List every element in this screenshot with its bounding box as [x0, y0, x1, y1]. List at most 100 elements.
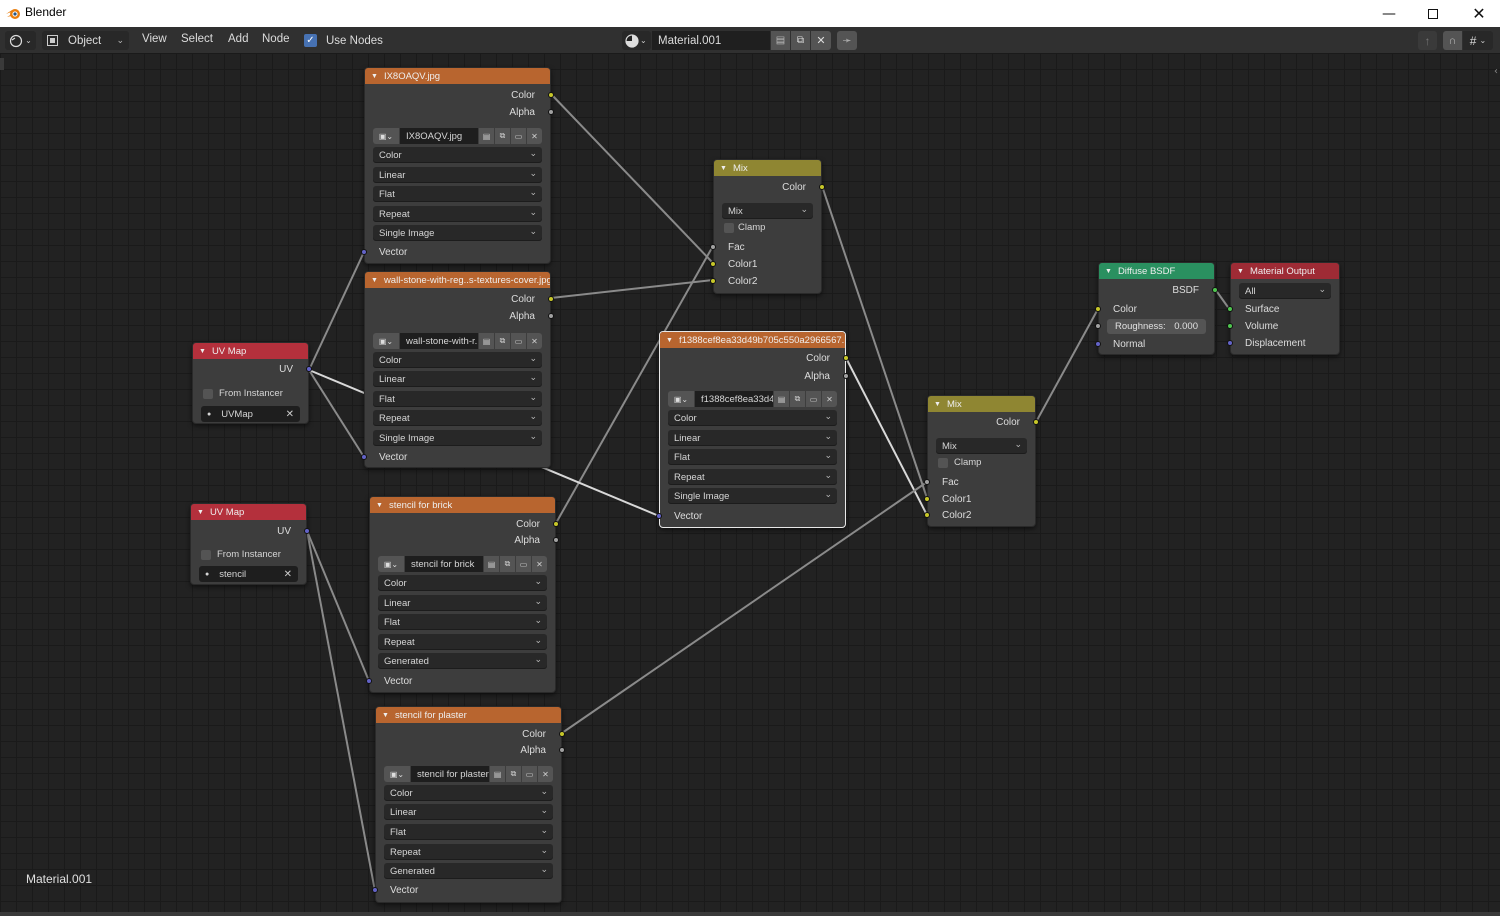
source-dropdown[interactable]: Single Image ⌄	[373, 430, 542, 446]
socket-color[interactable]	[843, 355, 849, 361]
node-header[interactable]: ▼ IX8OAQV.jpg	[365, 68, 550, 84]
unlink-image-button[interactable]: ✕	[527, 128, 542, 144]
node-header[interactable]: ▼ stencil for plaster	[376, 707, 561, 723]
collapse-triangle-icon[interactable]: ▼	[382, 712, 389, 719]
collapse-triangle-icon[interactable]: ▼	[1105, 268, 1112, 275]
image-name-field[interactable]: IX8OAQV.jpg	[400, 128, 478, 144]
image-name-field[interactable]: f1388cef8ea33d4..	[695, 391, 773, 407]
image-browse-button[interactable]: ▣⌄	[384, 766, 410, 782]
socket-alpha[interactable]	[553, 537, 559, 543]
collapse-triangle-icon[interactable]: ▼	[934, 401, 941, 408]
color-space-dropdown[interactable]: Color ⌄	[373, 352, 542, 368]
collapse-triangle-icon[interactable]: ▼	[199, 348, 206, 355]
fake-user-button[interactable]: ▤	[479, 333, 494, 349]
unlink-image-button[interactable]: ✕	[532, 556, 547, 572]
uv-map-node[interactable]: ▼ UV Map UV From Instancer ● UVMap ✕	[192, 342, 312, 424]
socket-color2[interactable]	[710, 278, 716, 284]
color-space-dropdown[interactable]: Color ⌄	[384, 785, 553, 801]
fake-user-button[interactable]: ▤	[774, 391, 789, 407]
socket-color1[interactable]	[710, 261, 716, 267]
collapse-triangle-icon[interactable]: ▼	[666, 337, 673, 344]
uv-map-node[interactable]: ▼ UV Map UV From Instancer ● stencil ✕	[190, 503, 310, 585]
from-instancer-checkbox[interactable]	[201, 550, 211, 560]
node-header[interactable]: ▼ UV Map	[191, 504, 306, 520]
color-space-dropdown[interactable]: Color ⌄	[668, 410, 837, 426]
socket-alpha[interactable]	[548, 313, 554, 319]
source-dropdown[interactable]: Generated ⌄	[384, 863, 553, 879]
unlink-image-button[interactable]: ✕	[527, 333, 542, 349]
interpolation-dropdown[interactable]: Linear ⌄	[378, 595, 547, 611]
mode-dropdown[interactable]: Object ⌄	[42, 31, 129, 50]
menu-view[interactable]: View	[142, 33, 167, 45]
socket-color[interactable]	[548, 92, 554, 98]
use-nodes-checkbox[interactable]: ✓	[304, 34, 317, 47]
minimize-button[interactable]: —	[1366, 0, 1412, 27]
material-browse-button[interactable]: ⌄	[622, 31, 651, 50]
interpolation-dropdown[interactable]: Linear ⌄	[668, 430, 837, 446]
node-header[interactable]: ▼ Diffuse BSDF	[1099, 263, 1214, 279]
socket-fac[interactable]	[924, 479, 930, 485]
source-dropdown[interactable]: Single Image ⌄	[373, 225, 542, 241]
socket-color[interactable]	[1033, 419, 1039, 425]
menu-add[interactable]: Add	[228, 33, 248, 45]
projection-dropdown[interactable]: Flat ⌄	[373, 186, 542, 202]
source-dropdown[interactable]: Generated ⌄	[378, 653, 547, 669]
image-name-field[interactable]: wall-stone-with-r..	[400, 333, 478, 349]
socket-vector[interactable]	[366, 678, 372, 684]
socket-bsdf[interactable]	[1212, 287, 1218, 293]
node-header[interactable]: ▼ stencil for brick	[370, 497, 555, 513]
material-name-field[interactable]: Material.001	[652, 31, 770, 50]
source-dropdown[interactable]: Single Image ⌄	[668, 488, 837, 504]
socket-alpha[interactable]	[843, 373, 849, 379]
open-image-button[interactable]: ▭	[516, 556, 531, 572]
clamp-checkbox[interactable]	[724, 223, 734, 233]
image-texture-node[interactable]: ▼ stencil for plaster Color Alpha ▣⌄ sten…	[372, 706, 565, 903]
collapse-triangle-icon[interactable]: ▼	[720, 165, 727, 172]
sidebar-collapse-handle[interactable]: ‹	[1494, 66, 1500, 80]
image-browse-button[interactable]: ▣⌄	[378, 556, 404, 572]
image-browse-button[interactable]: ▣⌄	[373, 128, 399, 144]
interpolation-dropdown[interactable]: Linear ⌄	[373, 371, 542, 387]
diffuse-bsdf-node[interactable]: ▼ Diffuse BSDF BSDF Color Roughness: 0.000…	[1095, 262, 1218, 355]
node-header[interactable]: ▼ Material Output	[1231, 263, 1339, 279]
node-header[interactable]: ▼ wall-stone-with-reg..s-textures-cover.j…	[365, 272, 550, 288]
projection-dropdown[interactable]: Flat ⌄	[378, 614, 547, 630]
extension-dropdown[interactable]: Repeat ⌄	[373, 410, 542, 426]
fake-user-button[interactable]: ▤	[490, 766, 505, 782]
interpolation-dropdown[interactable]: Linear ⌄	[373, 167, 542, 183]
image-texture-node[interactable]: ▼ IX8OAQV.jpg Color Alpha ▣⌄ IX8OAQV.jpg …	[361, 67, 554, 264]
mix-rgb-node[interactable]: ▼ Mix Color Mix ⌄ Clamp Fac Color1 Color2	[924, 395, 1039, 527]
fake-user-button[interactable]: ▤	[484, 556, 499, 572]
roughness-field[interactable]: Roughness: 0.000	[1107, 319, 1206, 334]
image-texture-node[interactable]: ▼ f1388cef8ea33d49b705c550a2966567... Col…	[656, 331, 849, 528]
open-image-button[interactable]: ▭	[806, 391, 821, 407]
extension-dropdown[interactable]: Repeat ⌄	[384, 844, 553, 860]
socket-alpha[interactable]	[559, 747, 565, 753]
editor-type-button[interactable]: ⌄	[5, 31, 36, 50]
socket-uv[interactable]	[306, 366, 312, 372]
from-instancer-checkbox[interactable]	[203, 389, 213, 399]
toolbar-collapse-handle[interactable]	[0, 58, 4, 70]
socket-surface[interactable]	[1227, 306, 1233, 312]
extension-dropdown[interactable]: Repeat ⌄	[373, 206, 542, 222]
socket-color1[interactable]	[924, 496, 930, 502]
uv-map-field[interactable]: ● stencil ✕	[199, 566, 298, 582]
image-texture-node[interactable]: ▼ wall-stone-with-reg..s-textures-cover.j…	[361, 271, 554, 468]
material-output-node[interactable]: ▼ Material Output All ⌄ Surface Volume Dis…	[1227, 262, 1340, 355]
mix-rgb-node[interactable]: ▼ Mix Color Mix ⌄ Clamp Fac Color1 Color2	[710, 159, 825, 294]
socket-color[interactable]	[553, 521, 559, 527]
node-header[interactable]: ▼ Mix	[714, 160, 821, 176]
duplicate-material-button[interactable]: ⧉	[791, 31, 810, 50]
duplicate-image-button[interactable]: ⧉	[495, 128, 510, 144]
socket-color[interactable]	[559, 731, 565, 737]
unlink-image-button[interactable]: ✕	[822, 391, 837, 407]
image-browse-button[interactable]: ▣⌄	[373, 333, 399, 349]
socket-alpha[interactable]	[548, 109, 554, 115]
duplicate-image-button[interactable]: ⧉	[500, 556, 515, 572]
fake-user-button[interactable]: ▤	[479, 128, 494, 144]
image-name-field[interactable]: stencil for brick	[405, 556, 483, 572]
socket-displacement[interactable]	[1227, 340, 1233, 346]
clear-icon[interactable]: ✕	[286, 409, 294, 420]
socket-vector[interactable]	[656, 513, 662, 519]
uv-map-field[interactable]: ● UVMap ✕	[201, 406, 300, 422]
